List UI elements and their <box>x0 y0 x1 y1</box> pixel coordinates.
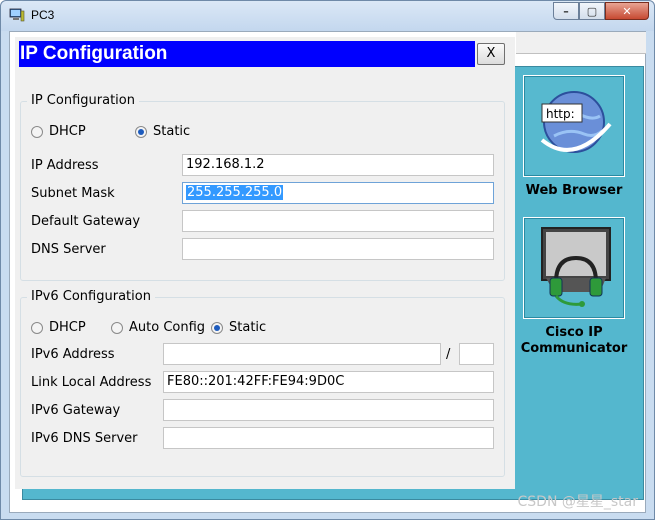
ipv6-address-field[interactable] <box>163 343 441 365</box>
prefix-slash: / <box>446 347 451 362</box>
watermark: CSDN @星星_star <box>517 494 638 510</box>
http-label: http: <box>546 107 575 121</box>
ipv6-prefix-field[interactable] <box>459 343 494 365</box>
cisco-ip-label-line1: Cisco IP <box>545 325 603 340</box>
ip-address-field[interactable]: 192.168.1.2 <box>182 154 494 176</box>
tab-strip <box>516 32 646 54</box>
ipv4-dhcp-option[interactable]: DHCP <box>31 124 86 139</box>
title-bar[interactable]: PC3 – ▢ ✕ <box>1 1 654 31</box>
ipv6-static-option[interactable]: Static <box>211 320 266 335</box>
minimize-button[interactable]: – <box>553 2 579 20</box>
ipv6-dhcp-label: DHCP <box>49 320 86 335</box>
web-browser-label: Web Browser <box>525 183 623 198</box>
ip-configuration-dialog: IP Configuration X IP Configuration DHCP… <box>15 37 515 489</box>
ipv6-gateway-field[interactable] <box>163 399 494 421</box>
dns-server-field[interactable] <box>182 238 494 260</box>
globe-http-icon: http: <box>540 91 612 153</box>
ipv6-group-title: IPv6 Configuration <box>27 289 155 304</box>
ipv4-group-title: IP Configuration <box>27 93 139 108</box>
cisco-ip-label-line2: Communicator <box>520 341 628 356</box>
ipv6-dns-label: IPv6 DNS Server <box>31 431 138 446</box>
default-gateway-field[interactable] <box>182 210 494 232</box>
radio-icon[interactable] <box>211 321 223 334</box>
subnet-mask-selected-text: 255.255.255.0 <box>186 185 284 200</box>
ipv6-static-label: Static <box>229 320 267 335</box>
ipv6-auto-config-option[interactable]: Auto Config <box>111 320 205 335</box>
radio-icon[interactable] <box>135 125 147 138</box>
web-browser-tile[interactable]: http: <box>523 75 625 177</box>
close-icon: ✕ <box>622 4 632 18</box>
dns-server-label: DNS Server <box>31 242 106 257</box>
ipv4-static-label: Static <box>153 124 191 139</box>
ipv4-dhcp-label: DHCP <box>49 124 86 139</box>
radio-icon[interactable] <box>31 125 43 138</box>
ipv6-dns-field[interactable] <box>163 427 494 449</box>
ipv6-auto-config-label: Auto Config <box>129 320 206 335</box>
dialog-close-button[interactable]: X <box>477 43 505 65</box>
cisco-ip-communicator-tile[interactable] <box>523 217 625 319</box>
ipv4-group: IP Configuration DHCP Static IP Address … <box>20 93 505 281</box>
window-controls: – ▢ ✕ <box>553 2 649 20</box>
ip-address-label: IP Address <box>31 158 99 173</box>
minimize-icon: – <box>563 4 569 18</box>
window-title: PC3 <box>31 8 55 22</box>
maximize-icon: ▢ <box>586 4 598 18</box>
dialog-title: IP Configuration <box>19 41 475 67</box>
link-local-field[interactable]: FE80::201:42FF:FE94:9D0C <box>163 371 494 393</box>
ipv6-dhcp-option[interactable]: DHCP <box>31 320 86 335</box>
ipv6-address-label: IPv6 Address <box>31 347 115 362</box>
maximize-button[interactable]: ▢ <box>579 2 605 20</box>
link-local-label: Link Local Address <box>31 375 152 390</box>
subnet-mask-label: Subnet Mask <box>31 186 115 201</box>
ipv6-gateway-label: IPv6 Gateway <box>31 403 121 418</box>
radio-icon[interactable] <box>111 321 123 334</box>
phone-monitor-icon <box>541 227 611 307</box>
subnet-mask-field[interactable]: 255.255.255.0 <box>182 182 494 204</box>
ipv6-group: IPv6 Configuration DHCP Auto Config Stat… <box>20 289 505 477</box>
default-gateway-label: Default Gateway <box>31 214 141 229</box>
radio-icon[interactable] <box>31 321 43 334</box>
ipv4-static-option[interactable]: Static <box>135 124 190 139</box>
app-window: PC3 – ▢ ✕ http: Web Browser Cisco IP Com… <box>0 0 655 520</box>
close-window-button[interactable]: ✕ <box>605 2 649 20</box>
pc-icon <box>9 8 25 22</box>
